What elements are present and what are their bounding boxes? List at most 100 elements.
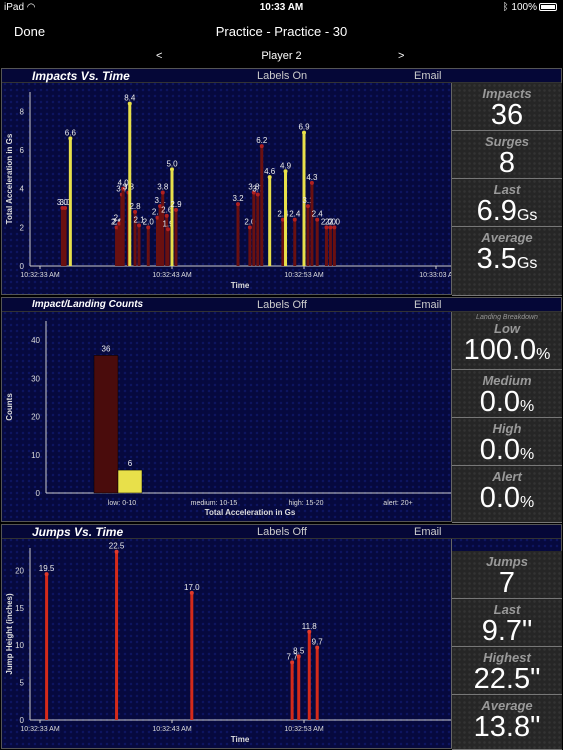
jump-data-label: 22.5: [109, 542, 125, 551]
y-axis-label: Jump Height (inches): [5, 593, 14, 675]
impact-data-label: 2.4: [289, 210, 301, 219]
impact-data-label: 4.6: [264, 167, 276, 176]
impact-bar: [166, 229, 170, 266]
jumps-header: Jumps Vs. Time Labels Off Email: [2, 525, 561, 539]
status-bar: iPad ◠ 10:33 AM ᛒ 100%: [0, 0, 563, 16]
stat-jump-highest-value: 22.5": [473, 663, 541, 695]
stat-high-value: 0.0%: [479, 434, 535, 466]
impact-data-label: 4.3: [306, 173, 318, 182]
impact-bar: [121, 188, 125, 266]
count-bar: [117, 469, 143, 494]
impact-bar: [328, 227, 332, 266]
impact-bar: [332, 227, 336, 266]
impact-data-label: 2.0: [329, 217, 341, 226]
stat-average: Average 3.5Gs: [452, 227, 562, 296]
impacts-email-button[interactable]: Email: [414, 70, 442, 82]
count-bar: [93, 355, 119, 494]
counts-title: Impact/Landing Counts: [32, 299, 144, 310]
impact-data-label: 6.2: [256, 136, 268, 145]
impact-bar: [293, 219, 297, 266]
impact-data-label: 2.0: [143, 217, 155, 226]
jump-bar: [290, 662, 294, 720]
stat-medium: Medium 0.0%: [452, 370, 562, 418]
impact-bar: [268, 177, 272, 266]
category-label: medium: 10-15: [191, 500, 238, 507]
x-tick-label: 10:32:53 AM: [284, 726, 323, 733]
stat-high: High 0.0%: [452, 418, 562, 466]
battery-icon: [539, 3, 557, 11]
bluetooth-icon: ᛒ: [502, 2, 509, 13]
x-axis-label: Total Acceleration in Gs: [205, 508, 296, 517]
stat-surges: Surges 8: [452, 131, 562, 179]
y-tick-label: 0: [36, 489, 41, 498]
impact-bar: [174, 209, 178, 266]
impact-bar: [248, 227, 252, 266]
category-label: low: 0-10: [108, 500, 137, 507]
y-tick-label: 10: [15, 641, 24, 650]
y-tick-label: 40: [31, 336, 40, 345]
impact-bar: [324, 227, 328, 266]
y-tick-label: 10: [31, 451, 40, 460]
impacts-panel: Impacts Vs. Time Labels On Email 0 2 4 6 8 To…: [1, 68, 562, 296]
jump-data-label: 8.5: [293, 646, 305, 655]
jumps-labels-toggle[interactable]: Labels Off: [257, 526, 307, 538]
category-label: alert: 20+: [383, 500, 412, 507]
counts-email-button[interactable]: Email: [414, 299, 442, 311]
y-tick-label: 15: [15, 604, 24, 613]
page-title: Practice - Practice - 30: [215, 24, 348, 39]
impact-bar: [63, 208, 67, 266]
player-selector: < Player 2 >: [0, 48, 563, 66]
stat-average-value: 3.5Gs: [476, 243, 538, 275]
battery-percent: 100%: [511, 2, 537, 13]
count-data-label: 6: [128, 459, 133, 468]
jump-bar: [307, 631, 311, 720]
status-time: 10:33 AM: [259, 2, 304, 13]
y-tick-label: 20: [15, 566, 24, 575]
count-data-label: 36: [102, 344, 111, 353]
next-player-button[interactable]: >: [398, 50, 404, 62]
impact-bar: [310, 182, 314, 266]
impact-bar: [281, 219, 285, 266]
y-tick-label: 0: [20, 716, 25, 725]
stat-low-value: 100.0%: [463, 334, 551, 366]
y-tick-label: 8: [20, 107, 25, 116]
impact-bar: [236, 204, 240, 266]
impact-bar: [60, 208, 64, 266]
impact-bar: [155, 217, 159, 266]
jumps-stats: Jumps 7 Last 9.7" Highest 22.5" Average …: [451, 539, 562, 750]
impact-bar: [158, 206, 162, 266]
stat-impacts: Impacts 36: [452, 83, 562, 131]
jump-bar: [190, 592, 194, 720]
impact-data-label: 2.4: [277, 210, 289, 219]
y-tick-label: 30: [31, 374, 40, 383]
x-tick-label: 10:33:03 A: [419, 272, 452, 279]
stat-jumps: Jumps 7: [452, 551, 562, 599]
y-tick-label: 5: [20, 679, 25, 688]
stat-last: Last 6.9Gs: [452, 179, 562, 227]
stat-jump-average: Average 13.8": [452, 695, 562, 750]
counts-stats: Landing Breakdown Low 100.0% Medium 0.0%…: [451, 312, 562, 523]
y-axis-label: Total Acceleration in Gs: [5, 133, 14, 224]
impact-bar: [161, 192, 165, 266]
impacts-chart: 0 2 4 6 8 Total Acceleration in Gs Time 10:32:3…: [5, 92, 452, 290]
stat-medium-value: 0.0%: [479, 386, 535, 418]
impact-bar: [256, 194, 260, 266]
counts-labels-toggle[interactable]: Labels Off: [257, 299, 307, 311]
y-axis-label: Counts: [5, 393, 14, 421]
impact-bar: [146, 227, 150, 266]
x-tick-label: 10:32:33 AM: [20, 272, 59, 279]
stat-impacts-value: 36: [490, 99, 524, 131]
stat-surges-value: 8: [498, 147, 516, 179]
impact-bar: [260, 146, 264, 266]
jumps-email-button[interactable]: Email: [414, 526, 442, 538]
jump-bar: [45, 574, 49, 720]
impacts-labels-toggle[interactable]: Labels On: [257, 70, 307, 82]
jump-data-label: 17.0: [184, 583, 200, 592]
player-name: Player 2: [261, 50, 302, 62]
stat-jump-average-value: 13.8": [473, 711, 541, 743]
impact-data-label: 2.8: [129, 202, 141, 211]
stat-alert: Alert 0.0%: [452, 466, 562, 523]
stat-last-value: 6.9Gs: [476, 195, 538, 227]
jump-data-label: 9.7: [312, 637, 324, 646]
jump-data-label: 11.8: [302, 622, 318, 631]
